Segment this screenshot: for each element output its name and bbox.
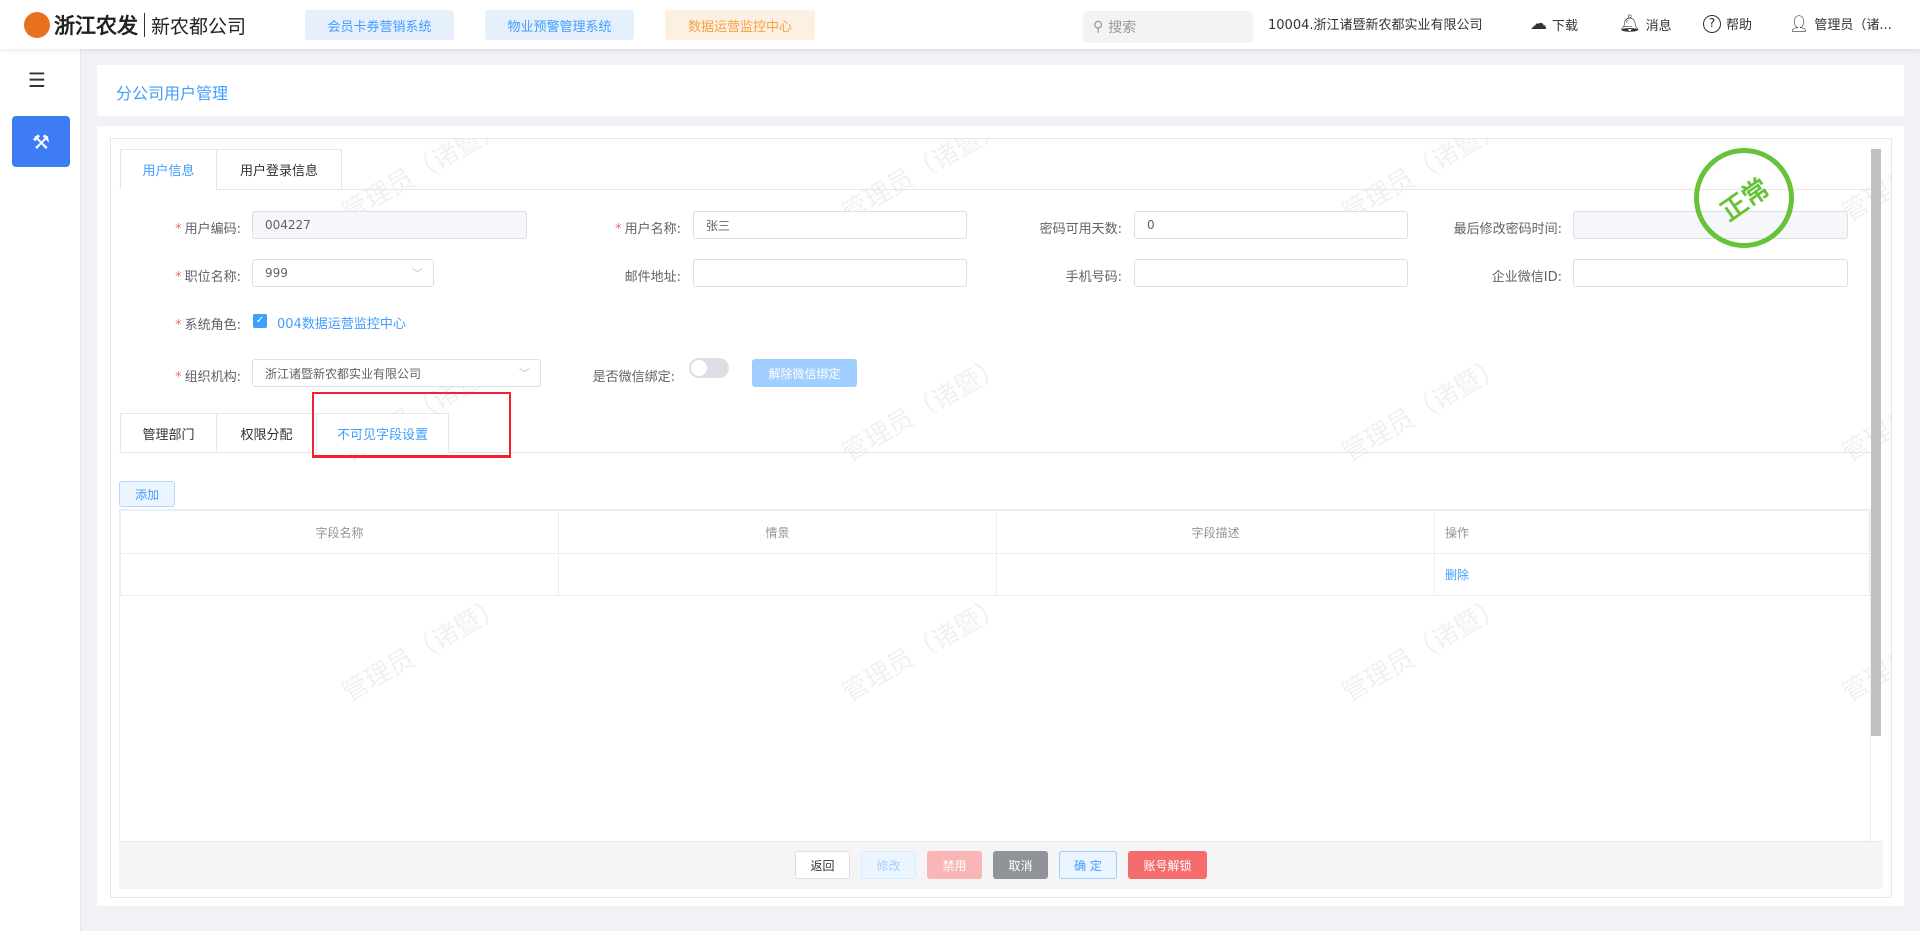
position-select[interactable]: 999 ﹀ bbox=[252, 259, 434, 287]
search-icon: ⚲ bbox=[1093, 19, 1104, 35]
system-tab-membership[interactable]: 会员卡券营销系统 bbox=[305, 10, 454, 40]
user-code-field[interactable]: 004227 bbox=[252, 211, 527, 239]
watermark: 管理员（诸暨） bbox=[1336, 351, 1510, 469]
back-button[interactable]: 返回 bbox=[795, 851, 850, 879]
tab-divider bbox=[119, 189, 1871, 190]
highlight-box bbox=[312, 392, 511, 458]
user-name: 管理员（诸... bbox=[1814, 18, 1892, 33]
download-label: 下载 bbox=[1552, 18, 1579, 34]
column-header: 情景 bbox=[558, 510, 997, 554]
brand-name: 浙江农发 bbox=[54, 14, 138, 38]
edit-button[interactable]: 修改 bbox=[861, 851, 916, 879]
status-stamp-text: 正常 bbox=[1715, 172, 1776, 228]
search-placeholder: 搜索 bbox=[1108, 20, 1137, 36]
system-tab-data-center[interactable]: 数据运营监控中心 bbox=[665, 10, 815, 40]
org-select[interactable]: 浙江诸暨新农都实业有限公司 ﹀ bbox=[252, 359, 541, 387]
cell-scene bbox=[558, 553, 997, 596]
cell-desc bbox=[996, 553, 1435, 596]
menu-toggle-icon[interactable]: ☰ bbox=[28, 70, 54, 90]
messages-button[interactable]: 🔔︎ 消息 bbox=[1619, 14, 1672, 34]
column-header: 字段名称 bbox=[120, 510, 559, 554]
unbind-wechat-button[interactable]: 解除微信绑定 bbox=[752, 359, 857, 387]
watermark: 管理员（诸暨） bbox=[1836, 351, 1892, 469]
wechat-bind-toggle[interactable] bbox=[689, 358, 729, 378]
system-tab-property[interactable]: 物业预警管理系统 bbox=[485, 10, 634, 40]
table-row: 删除 bbox=[120, 553, 1870, 596]
download-button[interactable]: ☁ 下载 bbox=[1530, 14, 1578, 34]
org-label: * 组织机构: bbox=[175, 370, 241, 385]
role-label: * 系统角色: bbox=[175, 318, 241, 333]
page-title-bar: 分公司用户管理 bbox=[97, 65, 1904, 116]
password-days-field[interactable]: 0 bbox=[1134, 211, 1408, 239]
help-button[interactable]: ? 帮助 bbox=[1703, 14, 1752, 33]
tools-icon: ⚒ bbox=[32, 129, 50, 154]
top-header: 浙江农发 新农都公司 会员卡券营销系统 物业预警管理系统 数据运营监控中心 ⚲ 搜… bbox=[0, 0, 1920, 49]
logo: 浙江农发 新农都公司 bbox=[24, 10, 246, 40]
divider bbox=[144, 13, 145, 37]
add-button[interactable]: 添加 bbox=[119, 481, 175, 507]
scrollbar[interactable] bbox=[1871, 149, 1881, 736]
page-title: 分公司用户管理 bbox=[116, 84, 229, 103]
chevron-down-icon: ﹀ bbox=[412, 267, 423, 280]
tab-user-info[interactable]: 用户信息 bbox=[120, 149, 217, 190]
logo-mark-icon bbox=[24, 12, 50, 38]
wechat-bind-label: 是否微信绑定: bbox=[592, 370, 675, 385]
user-icon: 👤︎ bbox=[1789, 14, 1810, 33]
delete-link[interactable]: 删除 bbox=[1434, 553, 1870, 596]
fields-table: 字段名称 情景 字段描述 操作 删除 bbox=[119, 509, 1871, 841]
subtab-permissions[interactable]: 权限分配 bbox=[216, 413, 316, 453]
last-password-change-label: 最后修改密码时间: bbox=[1453, 222, 1562, 237]
subtab-management-dept[interactable]: 管理部门 bbox=[120, 413, 217, 453]
bell-icon: 🔔︎ bbox=[1619, 14, 1641, 34]
messages-label: 消息 bbox=[1645, 18, 1672, 34]
email-label: 邮件地址: bbox=[624, 270, 681, 285]
cancel-button[interactable]: 取消 bbox=[993, 851, 1048, 879]
password-days-label: 密码可用天数: bbox=[1039, 222, 1122, 237]
wechat-id-label: 企业微信ID: bbox=[1491, 270, 1562, 285]
user-code-label: * 用户编码: bbox=[175, 222, 241, 237]
help-label: 帮助 bbox=[1726, 18, 1753, 33]
sidebar bbox=[0, 49, 81, 931]
phone-field[interactable] bbox=[1134, 259, 1408, 287]
cloud-download-icon: ☁ bbox=[1530, 14, 1547, 34]
confirm-button[interactable]: 确 定 bbox=[1059, 851, 1117, 879]
position-label: * 职位名称: bbox=[175, 270, 241, 285]
tab-user-login-info[interactable]: 用户登录信息 bbox=[216, 149, 342, 190]
sidebar-item-tools[interactable]: ⚒ bbox=[12, 116, 70, 167]
column-header: 操作 bbox=[1434, 510, 1870, 554]
phone-label: 手机号码: bbox=[1065, 270, 1122, 285]
unlock-account-button[interactable]: 账号解锁 bbox=[1128, 851, 1207, 879]
disable-button[interactable]: 禁用 bbox=[927, 851, 982, 879]
user-name-label: * 用户名称: bbox=[615, 222, 681, 237]
cell-field bbox=[120, 553, 559, 596]
user-name-field[interactable]: 张三 bbox=[693, 211, 967, 239]
help-icon: ? bbox=[1703, 14, 1721, 33]
role-checkbox[interactable]: ✓ bbox=[253, 314, 267, 328]
wechat-id-field[interactable] bbox=[1573, 259, 1848, 287]
company-name: 新农都公司 bbox=[151, 15, 247, 38]
status-stamp: 正常 bbox=[1694, 148, 1794, 248]
org-name: 10004.浙江诸暨新农都实业有限公司 bbox=[1268, 18, 1483, 33]
search-input[interactable]: ⚲ 搜索 bbox=[1083, 11, 1253, 43]
role-name: 004数据运营监控中心 bbox=[277, 317, 406, 332]
watermark: 管理员（诸暨） bbox=[836, 351, 1010, 469]
email-field[interactable] bbox=[693, 259, 967, 287]
user-menu[interactable]: 👤︎ 管理员（诸... bbox=[1789, 14, 1892, 33]
column-header: 字段描述 bbox=[996, 510, 1435, 554]
